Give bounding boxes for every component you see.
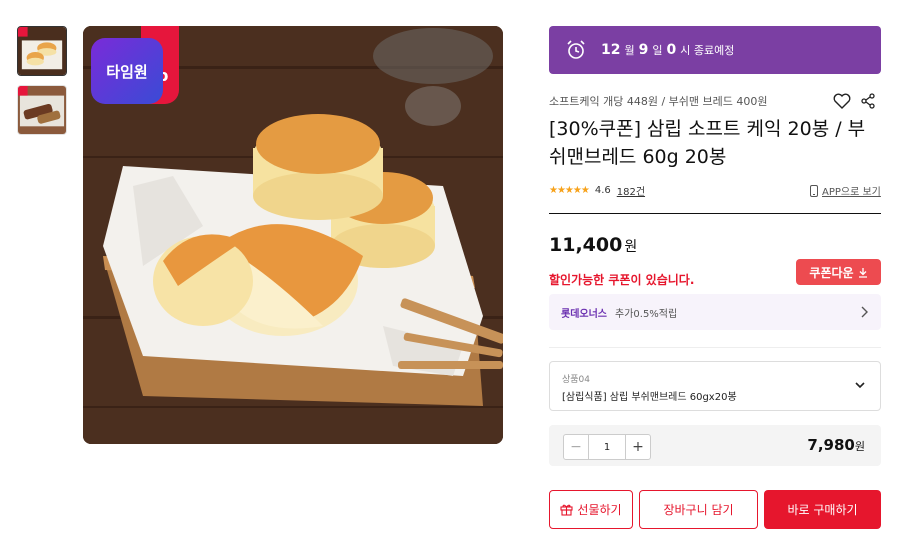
gift-button-label: 선물하기: [577, 503, 622, 517]
points-program-name: 롯데오너스: [561, 308, 607, 320]
thumbnail-image: [18, 27, 66, 75]
quantity-minus-button[interactable]: −: [564, 435, 588, 459]
coupon-download-label: 쿠폰다운: [809, 265, 854, 280]
share-icon[interactable]: [860, 93, 876, 109]
thumbnail-2[interactable]: [17, 85, 67, 135]
total-price: 7,980원: [807, 436, 865, 454]
heart-icon[interactable]: [833, 93, 851, 109]
app-view-label: APP으로 보기: [822, 187, 881, 198]
deal-timer-bar: 12 월 9 일 0 시 종료예정: [549, 26, 881, 74]
review-count-link[interactable]: 182건: [617, 183, 645, 198]
timer-month: 12: [601, 42, 621, 58]
alarm-clock-icon: [567, 40, 585, 59]
rating-row: ★★★★★ 4.6 182건: [549, 183, 645, 198]
quantity-stepper: − 1 +: [563, 434, 651, 460]
option-label: 상품04: [562, 375, 591, 385]
lotte-owners-points[interactable]: 롯데오너스 추가0.5%적립: [549, 294, 881, 330]
thumbnail-1[interactable]: [17, 26, 67, 76]
mobile-phone-icon: [810, 184, 818, 197]
total-price-unit: 원: [854, 440, 865, 453]
gift-icon: [560, 504, 573, 516]
quantity-row: − 1 + 7,980원: [549, 425, 881, 466]
chevron-down-icon: [855, 382, 865, 389]
timer-hour: 0: [666, 42, 677, 58]
product-title: [30%쿠폰] 삼립 소프트 케익 20봉 / 부쉬맨브레드 60g 20봉: [549, 118, 866, 168]
add-to-cart-button[interactable]: 장바구니 담기: [639, 490, 758, 529]
app-view-link[interactable]: APP으로 보기: [810, 183, 881, 198]
quantity-input[interactable]: 1: [588, 435, 626, 459]
thumbnail-image: [18, 86, 66, 134]
timer-text: 12 월 9 일 0 시 종료예정: [601, 42, 734, 58]
coupon-download-button[interactable]: 쿠폰다운: [796, 259, 881, 285]
option-value: [삼립식품] 삼립 부쉬맨브레드 60gx20봉: [562, 392, 737, 403]
timer-hour-unit: 시 종료예정: [680, 44, 735, 57]
badge-text: 타임원: [106, 62, 148, 81]
price-value: 11,400: [549, 234, 623, 256]
coupon-notice: 할인가능한 쿠폰이 있습니다.: [549, 273, 695, 287]
star-rating-icon: ★★★★★: [549, 185, 590, 196]
points-value: 추가0.5%적립: [615, 308, 678, 320]
price-unit: 원: [624, 239, 638, 255]
gift-button[interactable]: 선물하기: [549, 490, 633, 529]
main-product-image: p 타임원: [83, 26, 503, 444]
timer-month-unit: 월: [624, 44, 635, 57]
option-select[interactable]: 상품04 [삼립식품] 삼립 부쉬맨브레드 60gx20봉: [549, 361, 881, 411]
product-subtitle: 소프트케익 개당 448원 / 부쉬맨 브레드 400원: [549, 95, 768, 108]
chevron-right-icon: [861, 306, 868, 318]
total-price-value: 7,980: [807, 436, 855, 454]
timer-day: 9: [638, 42, 649, 58]
divider: [549, 347, 881, 348]
timer-day-unit: 일: [652, 44, 663, 57]
buy-now-button[interactable]: 바로 구매하기: [764, 490, 881, 529]
time-one-badge: 타임원: [91, 38, 163, 104]
download-icon: [858, 267, 867, 278]
divider: [549, 213, 881, 214]
price: 11,400 원: [549, 234, 637, 256]
rating-value: 4.6: [594, 185, 611, 196]
quantity-plus-button[interactable]: +: [626, 435, 650, 459]
